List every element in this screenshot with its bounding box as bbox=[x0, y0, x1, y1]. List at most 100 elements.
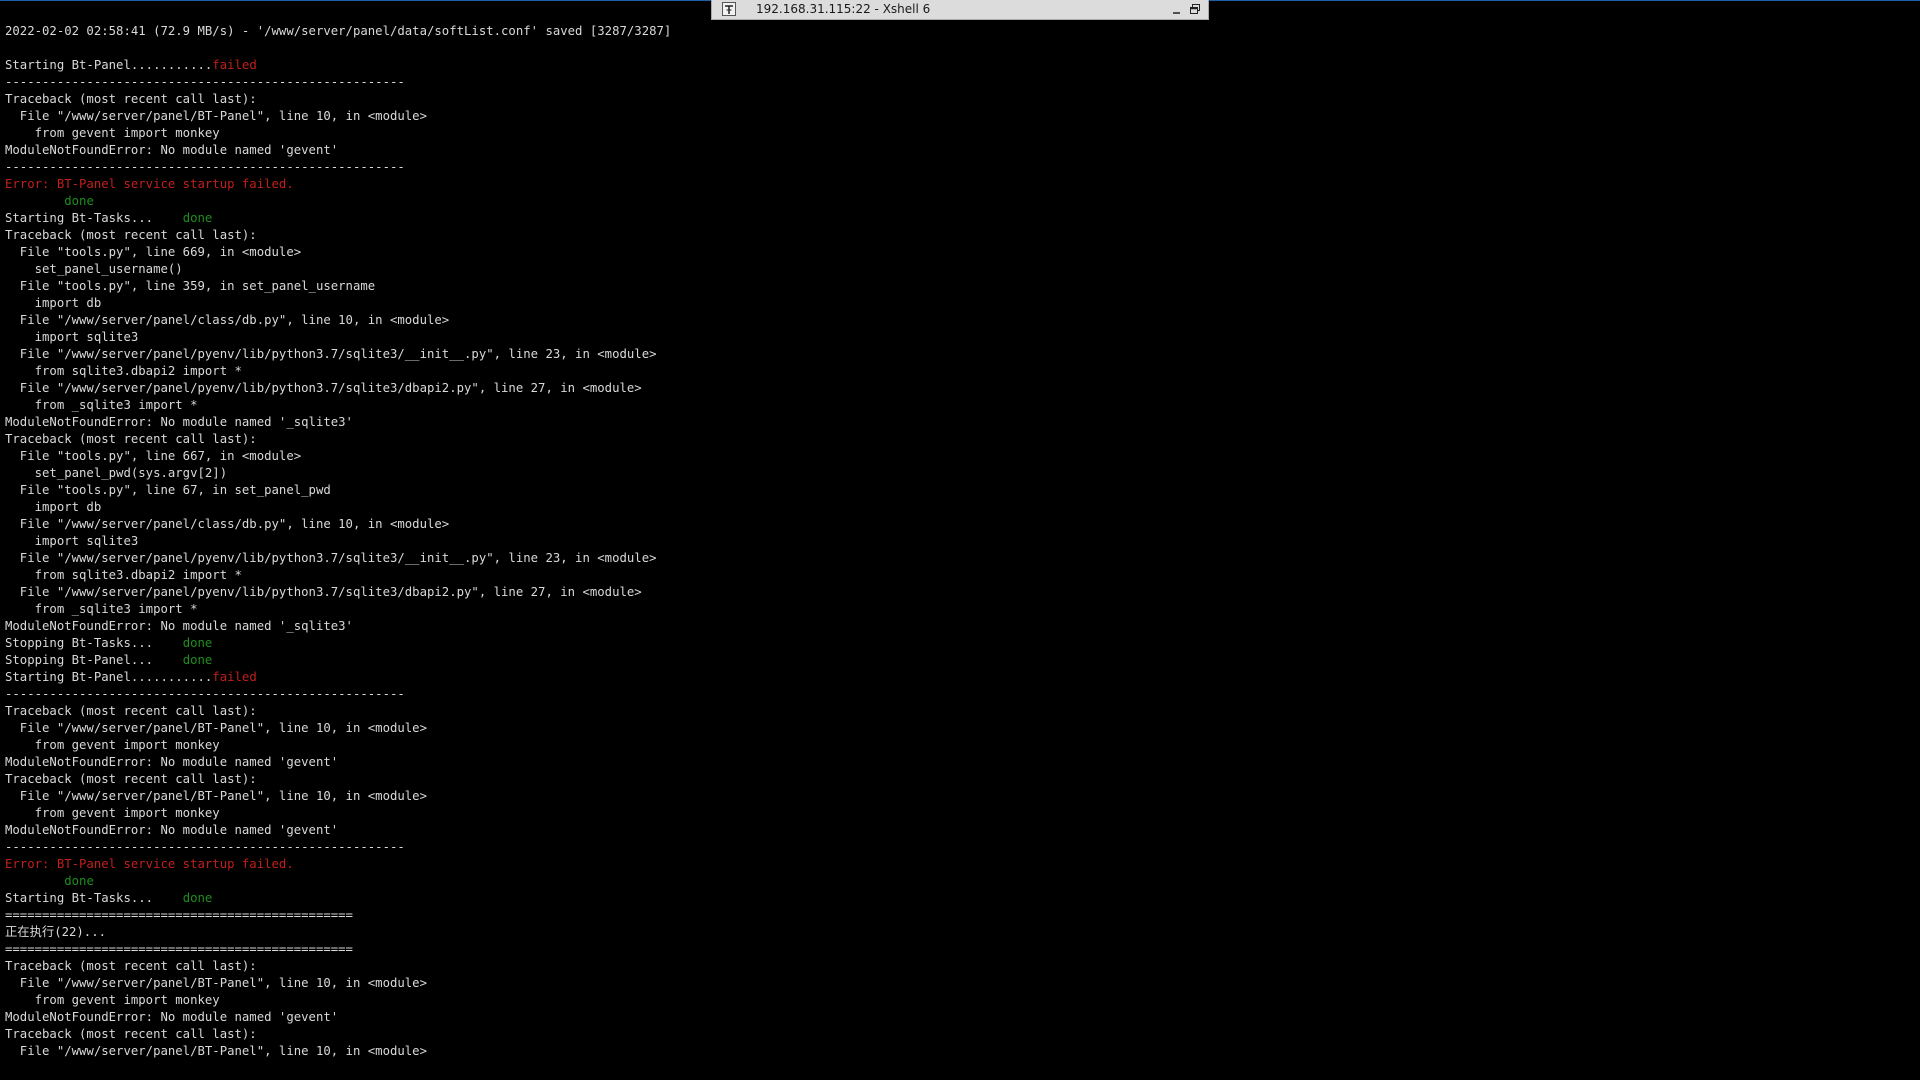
terminal-output[interactable]: 2022-02-02 02:58:41 (72.9 MB/s) - '/www/… bbox=[5, 23, 1905, 1060]
terminal-line: File "/www/server/panel/class/db.py", li… bbox=[5, 312, 1905, 329]
terminal-text: File "/www/server/panel/pyenv/lib/python… bbox=[5, 585, 642, 599]
terminal-text: Traceback (most recent call last): bbox=[5, 704, 257, 718]
terminal-line: from _sqlite3 import * bbox=[5, 601, 1905, 618]
terminal-text: Starting Bt-Tasks... bbox=[5, 891, 183, 905]
terminal-text: set_panel_pwd(sys.argv[2]) bbox=[5, 466, 228, 480]
terminal-text: from sqlite3.dbapi2 import * bbox=[5, 568, 242, 582]
terminal-text: File "/www/server/panel/pyenv/lib/python… bbox=[5, 551, 657, 565]
window-title: 192.168.31.115:22 - Xshell 6 bbox=[756, 2, 931, 16]
terminal-text: File "/www/server/panel/class/db.py", li… bbox=[5, 517, 450, 531]
terminal-text: File "/www/server/panel/pyenv/lib/python… bbox=[5, 381, 642, 395]
terminal-line: File "/www/server/panel/pyenv/lib/python… bbox=[5, 380, 1905, 397]
status-done-text: done bbox=[182, 211, 213, 225]
terminal-line: from sqlite3.dbapi2 import * bbox=[5, 363, 1905, 380]
error-text: Error: BT-Panel service startup failed. bbox=[5, 177, 294, 191]
terminal-text: File "/www/server/panel/BT-Panel", line … bbox=[5, 721, 427, 735]
terminal-text: File "/www/server/panel/BT-Panel", line … bbox=[5, 789, 427, 803]
terminal-text: import db bbox=[5, 296, 102, 310]
error-text: failed bbox=[212, 670, 257, 684]
terminal-text: File "tools.py", line 669, in <module> bbox=[5, 245, 302, 259]
status-done-text: done bbox=[182, 636, 213, 650]
terminal-line: ========================================… bbox=[5, 907, 1905, 924]
terminal-text: import sqlite3 bbox=[5, 534, 139, 548]
terminal-text: Traceback (most recent call last): bbox=[5, 92, 257, 106]
terminal-line: import db bbox=[5, 295, 1905, 312]
terminal-text: ----------------------------------------… bbox=[5, 75, 405, 89]
terminal-text: File "/www/server/panel/BT-Panel", line … bbox=[5, 976, 427, 990]
terminal-text: import sqlite3 bbox=[5, 330, 139, 344]
terminal-text: ModuleNotFoundError: No module named 'ge… bbox=[5, 1010, 339, 1024]
terminal-line: Starting Bt-Tasks... done bbox=[5, 890, 1905, 907]
terminal-line: 正在执行(22)... bbox=[5, 924, 1905, 941]
terminal-line: ========================================… bbox=[5, 941, 1905, 958]
terminal-line: Traceback (most recent call last): bbox=[5, 958, 1905, 975]
terminal-line: ModuleNotFoundError: No module named 'ge… bbox=[5, 754, 1905, 771]
terminal-text: Starting Bt-Panel........... bbox=[5, 670, 213, 684]
terminal-line: ----------------------------------------… bbox=[5, 686, 1905, 703]
status-done-text: done bbox=[182, 891, 213, 905]
terminal-text: ----------------------------------------… bbox=[5, 840, 405, 854]
terminal-line: Traceback (most recent call last): bbox=[5, 227, 1905, 244]
terminal-text: Traceback (most recent call last): bbox=[5, 432, 257, 446]
terminal-text: ModuleNotFoundError: No module named 'ge… bbox=[5, 823, 339, 837]
terminal-text: ========================================… bbox=[5, 942, 353, 956]
terminal-line: Stopping Bt-Tasks... done bbox=[5, 635, 1905, 652]
terminal-text: Traceback (most recent call last): bbox=[5, 1027, 257, 1041]
terminal-text: from gevent import monkey bbox=[5, 806, 220, 820]
terminal-text: Traceback (most recent call last): bbox=[5, 959, 257, 973]
terminal-line: File "/www/server/panel/class/db.py", li… bbox=[5, 516, 1905, 533]
terminal-text: File "tools.py", line 359, in set_panel_… bbox=[5, 279, 376, 293]
terminal-line: File "/www/server/panel/BT-Panel", line … bbox=[5, 108, 1905, 125]
terminal-line: Error: BT-Panel service startup failed. bbox=[5, 856, 1905, 873]
terminal-text: Traceback (most recent call last): bbox=[5, 772, 257, 786]
terminal-line: ----------------------------------------… bbox=[5, 839, 1905, 856]
terminal-line: Traceback (most recent call last): bbox=[5, 771, 1905, 788]
terminal-line: set_panel_username() bbox=[5, 261, 1905, 278]
terminal-line: done bbox=[5, 873, 1905, 890]
terminal-line: import sqlite3 bbox=[5, 533, 1905, 550]
pin-icon[interactable] bbox=[722, 2, 736, 16]
error-text: failed bbox=[212, 58, 257, 72]
terminal-text: ModuleNotFoundError: No module named 'ge… bbox=[5, 755, 339, 769]
terminal-text: ----------------------------------------… bbox=[5, 160, 405, 174]
terminal-line: Traceback (most recent call last): bbox=[5, 703, 1905, 720]
terminal-text: from sqlite3.dbapi2 import * bbox=[5, 364, 242, 378]
terminal-text: File "tools.py", line 67, in set_panel_p… bbox=[5, 483, 331, 497]
terminal-line: Stopping Bt-Panel... done bbox=[5, 652, 1905, 669]
xshell-title-tab[interactable]: 192.168.31.115:22 - Xshell 6 bbox=[711, 0, 1209, 20]
terminal-window[interactable]: 2022-02-02 02:58:41 (72.9 MB/s) - '/www/… bbox=[0, 0, 1920, 1080]
terminal-text: from gevent import monkey bbox=[5, 738, 220, 752]
terminal-line: Starting Bt-Panel...........failed bbox=[5, 669, 1905, 686]
terminal-line: Starting Bt-Tasks... done bbox=[5, 210, 1905, 227]
terminal-line: ModuleNotFoundError: No module named '_s… bbox=[5, 414, 1905, 431]
terminal-text: from _sqlite3 import * bbox=[5, 602, 198, 616]
terminal-line: File "/www/server/panel/BT-Panel", line … bbox=[5, 720, 1905, 737]
terminal-line: File "/www/server/panel/BT-Panel", line … bbox=[5, 975, 1905, 992]
terminal-text: set_panel_username() bbox=[5, 262, 183, 276]
terminal-text: File "/www/server/panel/BT-Panel", line … bbox=[5, 109, 427, 123]
terminal-text: 正在执行(22)... bbox=[5, 925, 107, 939]
terminal-line: ModuleNotFoundError: No module named 'ge… bbox=[5, 822, 1905, 839]
terminal-line: Error: BT-Panel service startup failed. bbox=[5, 176, 1905, 193]
restore-icon[interactable] bbox=[1189, 3, 1201, 15]
terminal-text: File "/www/server/panel/BT-Panel", line … bbox=[5, 1044, 427, 1058]
terminal-line: File "/www/server/panel/pyenv/lib/python… bbox=[5, 584, 1905, 601]
terminal-line: Starting Bt-Panel...........failed bbox=[5, 57, 1905, 74]
terminal-line: File "tools.py", line 667, in <module> bbox=[5, 448, 1905, 465]
terminal-line: from sqlite3.dbapi2 import * bbox=[5, 567, 1905, 584]
terminal-line: File "/www/server/panel/pyenv/lib/python… bbox=[5, 550, 1905, 567]
terminal-line: Traceback (most recent call last): bbox=[5, 91, 1905, 108]
terminal-line: ----------------------------------------… bbox=[5, 74, 1905, 91]
terminal-text: Traceback (most recent call last): bbox=[5, 228, 257, 242]
terminal-line: ModuleNotFoundError: No module named 'ge… bbox=[5, 1009, 1905, 1026]
terminal-line: set_panel_pwd(sys.argv[2]) bbox=[5, 465, 1905, 482]
status-done-text: done bbox=[182, 653, 213, 667]
terminal-line: Traceback (most recent call last): bbox=[5, 431, 1905, 448]
terminal-line: File "/www/server/panel/BT-Panel", line … bbox=[5, 1043, 1905, 1060]
terminal-text: 2022-02-02 02:58:41 (72.9 MB/s) - '/www/… bbox=[5, 24, 672, 38]
terminal-text: Stopping Bt-Tasks... bbox=[5, 636, 183, 650]
minimize-icon[interactable] bbox=[1171, 4, 1183, 16]
